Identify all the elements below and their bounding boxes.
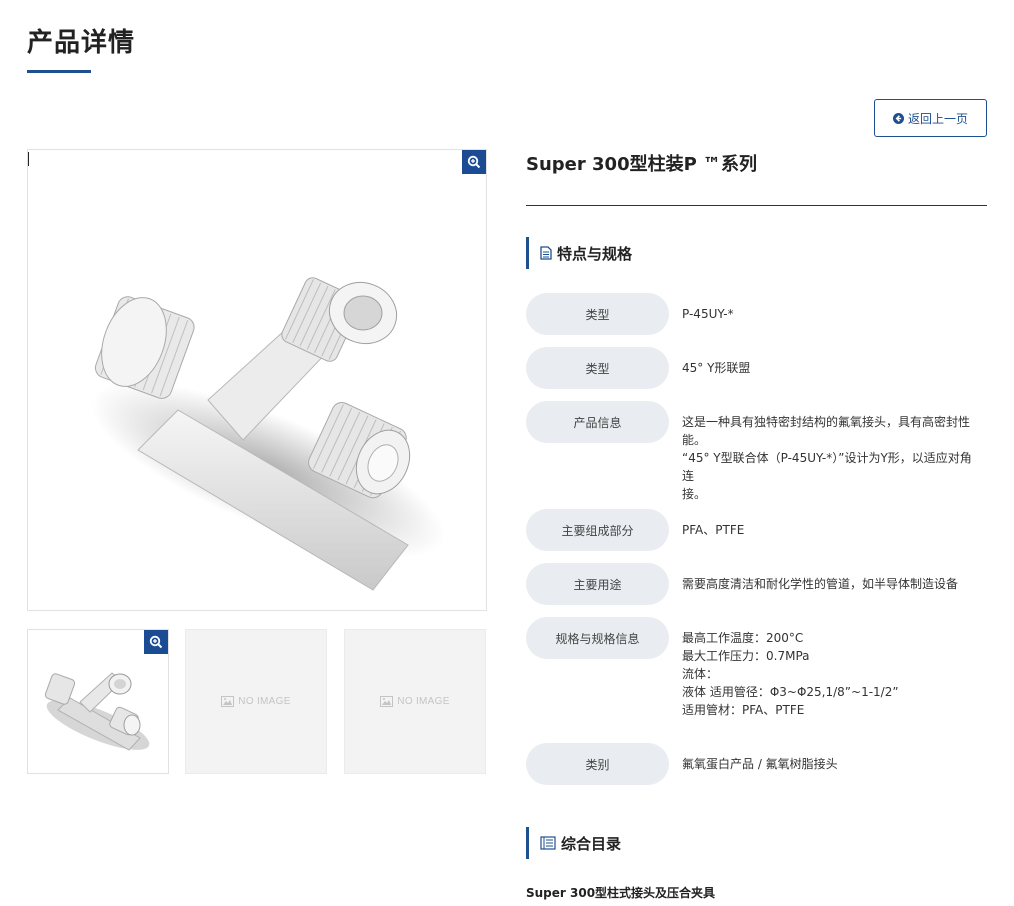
image-icon xyxy=(380,696,394,707)
back-button-label: 返回上一页 xyxy=(907,111,968,126)
title-underline xyxy=(27,70,91,73)
back-button[interactable]: 返回上一页 xyxy=(874,99,987,137)
zoom-button[interactable] xyxy=(462,150,486,174)
main-product-image[interactable] xyxy=(27,149,487,611)
magnify-plus-icon xyxy=(467,155,481,169)
spec-label: 主要用途 xyxy=(526,563,669,605)
no-image-label: NO IMAGE xyxy=(397,696,450,707)
page-title: 产品详情 xyxy=(27,28,136,58)
spec-value: 45° Y形联盟 xyxy=(682,361,751,375)
catalog-section-title: 综合目录 xyxy=(561,834,622,853)
book-icon xyxy=(540,836,556,850)
catalog-section-heading: 综合目录 xyxy=(526,827,621,859)
text-cursor xyxy=(28,152,29,166)
spec-label: 类型 xyxy=(526,347,669,389)
spec-label: 类别 xyxy=(526,743,669,785)
y-fitting-illustration xyxy=(90,277,446,591)
thumbnail-3[interactable]: NO IMAGE xyxy=(344,629,486,774)
thumbnail-1[interactable] xyxy=(27,629,169,774)
spec-value: PFA、PTFE xyxy=(682,523,745,537)
spec-label: 产品信息 xyxy=(526,401,669,443)
specs-section-title: 特点与规格 xyxy=(557,244,633,263)
arrow-left-circle-icon xyxy=(892,112,904,124)
thumbnail-zoom-button[interactable] xyxy=(144,630,168,654)
image-icon xyxy=(221,696,235,707)
spec-label: 类型 xyxy=(526,293,669,335)
document-icon xyxy=(540,246,552,260)
spec-value: 需要高度清洁和耐化学性的管道，如半导体制造设备 xyxy=(682,577,959,591)
spec-value: 氟氧蛋白产品 / 氟氧树脂接头 xyxy=(682,757,838,771)
spec-value: P-45UY-* xyxy=(682,307,734,321)
magnify-plus-icon xyxy=(149,635,163,649)
spec-label: 规格与规格信息 xyxy=(526,617,669,659)
divider xyxy=(526,205,987,206)
product-name: Super 300型柱装P ™系列 xyxy=(526,154,758,175)
spec-value: 这是一种具有独特密封结构的氟氧接头，具有高密封性 能。 “45° Y型联合体（P… xyxy=(682,415,972,501)
spec-value: 最高工作温度：200°C 最大工作压力：0.7MPa 流体： 液体 适用管径：Φ… xyxy=(682,631,899,717)
no-image-label: NO IMAGE xyxy=(238,696,291,707)
thumbnail-2[interactable]: NO IMAGE xyxy=(185,629,327,774)
specs-section-heading: 特点与规格 xyxy=(526,237,632,269)
spec-label: 主要组成部分 xyxy=(526,509,669,551)
catalog-link[interactable]: Super 300型柱式接头及压合夹具 xyxy=(526,884,715,901)
